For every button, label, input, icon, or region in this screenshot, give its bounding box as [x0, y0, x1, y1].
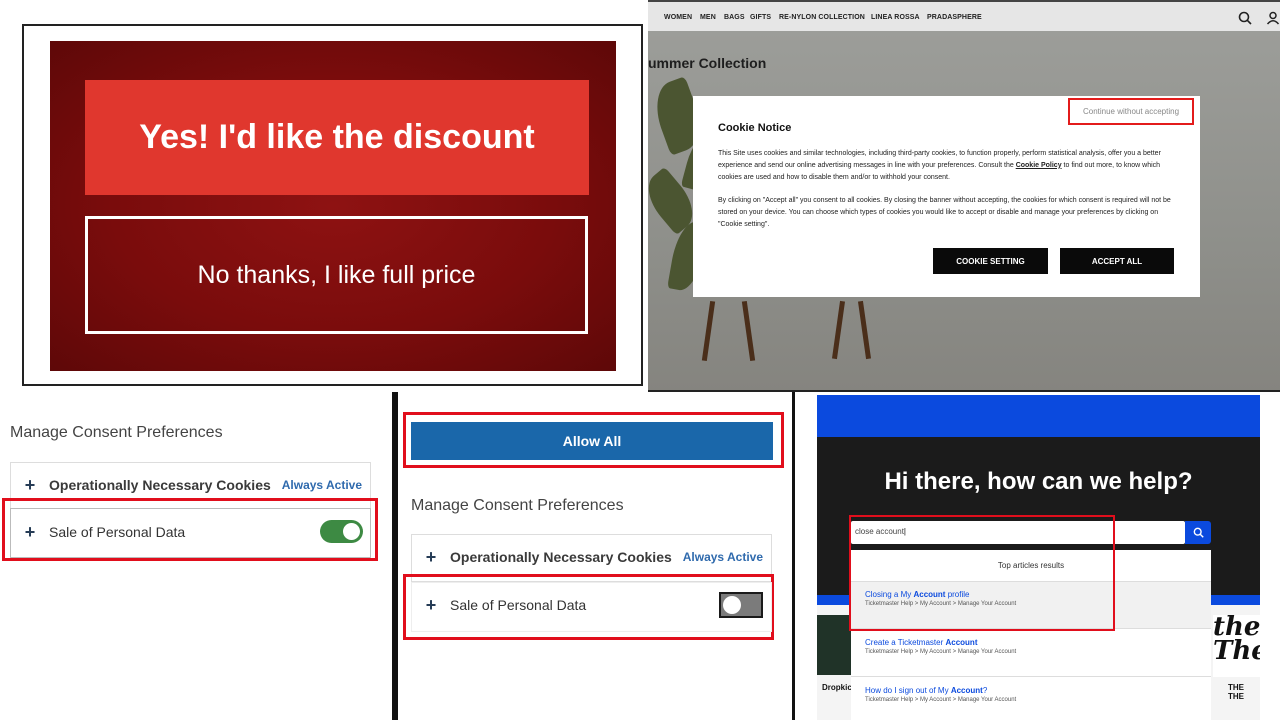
sale-of-data-label: Sale of Personal Data [49, 524, 186, 540]
search-icon [1193, 527, 1204, 538]
cookie-policy-link[interactable]: Cookie Policy [1016, 162, 1062, 169]
necessary-cookies-label: Operationally Necessary Cookies [49, 477, 271, 493]
result-item[interactable]: Create a Ticketmaster Account Ticketmast… [851, 630, 1211, 677]
panel-divider [792, 392, 795, 720]
consent-panel-left: Manage Consent Preferences + Operational… [0, 392, 392, 720]
event-caption: Dropkic [822, 683, 852, 692]
search-icon[interactable] [1238, 11, 1252, 25]
prada-cookie-panel: ummer Collection WOMEN MEN BAGS GIFTS RE… [648, 0, 1280, 392]
event-caption: THE THE [1228, 683, 1244, 701]
event-thumbnail[interactable] [817, 615, 851, 675]
nav-linea-rossa[interactable]: LINEA ROSSA [871, 14, 920, 21]
expand-plus-icon[interactable]: + [11, 522, 49, 543]
consent-title: Manage Consent Preferences [10, 424, 223, 441]
expand-plus-icon[interactable]: + [412, 595, 450, 616]
result-title: How do I sign out of My Account? [865, 686, 988, 695]
sale-of-data-row[interactable]: + Sale of Personal Data [10, 508, 371, 558]
nav-women[interactable]: WOMEN [664, 14, 692, 21]
sale-of-data-toggle[interactable] [320, 520, 363, 543]
nav-gifts[interactable]: GIFTS [750, 14, 771, 21]
cookie-notice-body-2: By clicking on "Accept all" you consent … [718, 197, 1171, 228]
continue-without-accepting-link[interactable]: Continue without accepting [1068, 98, 1194, 125]
help-headline: Hi there, how can we help? [884, 468, 1193, 495]
cookie-notice-body-1: This Site uses cookies and similar techn… [718, 150, 1161, 181]
easel-leg [857, 300, 872, 360]
user-icon[interactable] [1266, 11, 1280, 25]
nav-re-nylon[interactable]: RE-NYLON COLLECTION [779, 14, 865, 21]
decline-discount-button[interactable]: No thanks, I like full price [85, 216, 588, 334]
consent-panel-right: Allow All Manage Consent Preferences + O… [398, 392, 794, 720]
nav-men[interactable]: MEN [700, 14, 716, 21]
easel-leg [701, 300, 716, 362]
sale-of-data-row[interactable]: + Sale of Personal Data [411, 582, 772, 632]
cookie-notice-modal: Continue without accepting Cookie Notice… [693, 96, 1200, 297]
nav-pradasphere[interactable]: PRADASPHERE [927, 14, 982, 21]
top-navigation: WOMEN MEN BAGS GIFTS RE-NYLON COLLECTION… [648, 0, 1280, 31]
top-blue-bar [817, 395, 1260, 437]
ticketmaster-help-panel: Hi there, how can we help? Dropkic the T… [817, 395, 1260, 720]
easel-leg [831, 300, 846, 360]
search-button[interactable] [1185, 521, 1211, 544]
toggle-knob [723, 596, 741, 614]
sale-of-data-label: Sale of Personal Data [450, 597, 587, 613]
result-path: Ticketmaster Help > My Account > Manage … [865, 697, 1017, 703]
discount-popup-panel: Yes! I'd like the discount No thanks, I … [22, 24, 643, 386]
collection-heading: ummer Collection [648, 55, 767, 71]
easel-leg [741, 300, 756, 362]
event-thumbnail-logo[interactable]: the The [1213, 615, 1260, 677]
cookie-notice-title: Cookie Notice [718, 122, 792, 134]
result-item[interactable]: How do I sign out of My Account? Ticketm… [851, 678, 1211, 720]
expand-plus-icon[interactable]: + [11, 475, 49, 496]
toggle-knob [343, 523, 360, 540]
result-path: Ticketmaster Help > My Account > Manage … [865, 649, 1017, 655]
result-title: Create a Ticketmaster Account [865, 638, 978, 647]
always-active-label: Always Active [682, 550, 763, 564]
accept-all-button[interactable]: ACCEPT ALL [1060, 248, 1174, 274]
highlight-box [849, 515, 1115, 631]
nav-bags[interactable]: BAGS [724, 14, 745, 21]
expand-plus-icon[interactable]: + [412, 547, 450, 568]
sale-of-data-toggle[interactable] [719, 592, 763, 618]
consent-title: Manage Consent Preferences [411, 497, 624, 514]
allow-all-button[interactable]: Allow All [411, 422, 773, 460]
cookie-setting-button[interactable]: COOKIE SETTING [933, 248, 1048, 274]
accept-discount-button[interactable]: Yes! I'd like the discount [85, 80, 589, 195]
necessary-cookies-label: Operationally Necessary Cookies [450, 549, 672, 565]
always-active-label: Always Active [281, 478, 362, 492]
